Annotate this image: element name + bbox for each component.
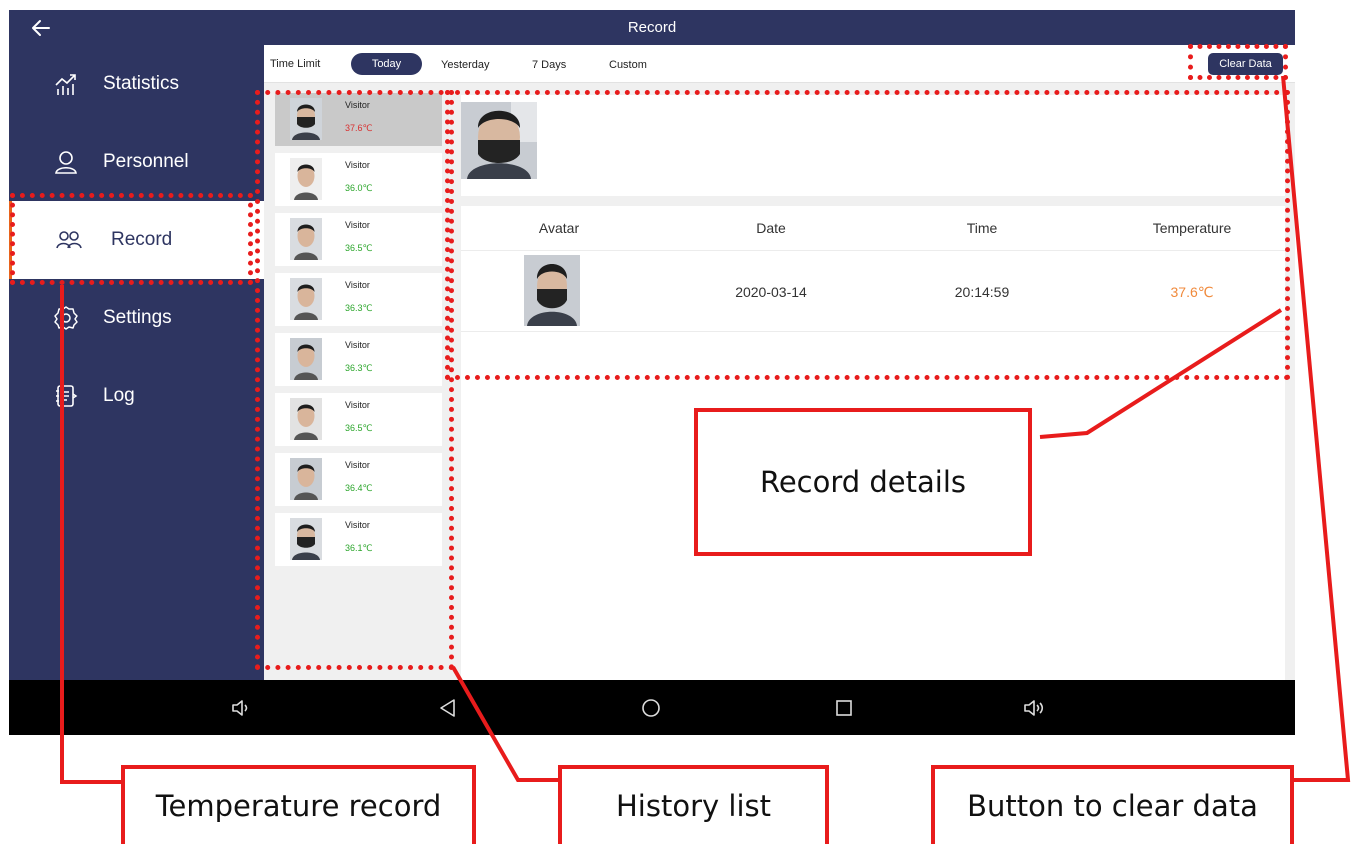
sidebar-item-label: Statistics bbox=[103, 73, 180, 94]
capture-photo bbox=[461, 102, 537, 179]
column-header-temperature: Temperature bbox=[1152, 220, 1232, 236]
record-time: 20:14:59 bbox=[954, 284, 1010, 300]
list-item[interactable]: Visitor 36.0℃ bbox=[275, 153, 442, 206]
volume-up-icon[interactable] bbox=[1022, 696, 1046, 720]
column-header-date: Date bbox=[756, 220, 786, 236]
record-date: 2020-03-14 bbox=[735, 284, 807, 300]
visitor-name: Visitor bbox=[345, 460, 370, 470]
sidebar-item-label: Personnel bbox=[103, 151, 189, 172]
time-filter-bar: Time Limit Today Yesterday 7 Days Custom… bbox=[264, 45, 1295, 83]
tab-yesterday[interactable]: Yesterday bbox=[441, 59, 490, 71]
list-item[interactable]: Visitor 36.4℃ bbox=[275, 453, 442, 506]
record-temperature: 37.6℃ bbox=[1170, 284, 1214, 300]
visitor-name: Visitor bbox=[345, 220, 370, 230]
face-photo-masked bbox=[290, 518, 322, 560]
visitor-name: Visitor bbox=[345, 280, 370, 290]
back-icon[interactable] bbox=[436, 696, 460, 720]
column-header-avatar: Avatar bbox=[538, 220, 580, 236]
divider bbox=[461, 250, 1285, 251]
visitor-temperature: 36.5℃ bbox=[345, 423, 373, 433]
face-photo bbox=[290, 278, 322, 320]
list-item[interactable]: Visitor 36.1℃ bbox=[275, 513, 442, 566]
visitor-temperature: 36.5℃ bbox=[345, 243, 373, 253]
sidebar-item-log[interactable]: Log bbox=[9, 357, 264, 435]
divider bbox=[461, 331, 1285, 332]
visitor-name: Visitor bbox=[345, 160, 370, 170]
face-photo bbox=[290, 338, 322, 380]
sidebar-item-settings[interactable]: Settings bbox=[9, 279, 264, 357]
time-limit-label: Time Limit bbox=[270, 58, 321, 70]
visitor-name: Visitor bbox=[345, 520, 370, 530]
list-item[interactable]: Visitor 36.5℃ bbox=[275, 393, 442, 446]
callout-history-list: History list bbox=[558, 765, 829, 844]
device-screen: Record Statistics Personnel Record Setti… bbox=[9, 10, 1295, 735]
visitor-name: Visitor bbox=[345, 100, 370, 110]
sidebar-item-personnel[interactable]: Personnel bbox=[9, 123, 264, 201]
home-icon[interactable] bbox=[639, 696, 663, 720]
volume-down-icon[interactable] bbox=[229, 696, 253, 720]
group-icon bbox=[56, 231, 82, 249]
list-item[interactable]: Visitor 36.3℃ bbox=[275, 273, 442, 326]
main-content: Time Limit Today Yesterday 7 Days Custom… bbox=[264, 45, 1295, 680]
page-title: Record bbox=[627, 19, 677, 36]
face-photo-masked bbox=[290, 98, 322, 140]
visitor-temperature: 37.6℃ bbox=[345, 123, 373, 133]
tab-today[interactable]: Today bbox=[351, 53, 422, 75]
sidebar-item-record[interactable]: Record bbox=[9, 201, 264, 279]
visitor-temperature: 36.4℃ bbox=[345, 483, 373, 493]
list-item[interactable]: Visitor 36.5℃ bbox=[275, 213, 442, 266]
column-header-time: Time bbox=[966, 220, 998, 236]
sidebar-item-statistics[interactable]: Statistics bbox=[9, 45, 264, 123]
log-icon bbox=[56, 385, 78, 407]
record-detail-panel: Avatar Date Time Temperature 2020-03-14 … bbox=[461, 95, 1285, 680]
history-list: Visitor 37.6℃ Visitor 36.0℃ Visitor 36.5… bbox=[275, 93, 442, 623]
sidebar-item-label: Log bbox=[103, 385, 135, 406]
list-item[interactable]: Visitor 37.6℃ bbox=[275, 93, 442, 146]
tab-custom[interactable]: Custom bbox=[609, 59, 647, 71]
callout-record-details: Record details bbox=[694, 408, 1032, 556]
visitor-temperature: 36.3℃ bbox=[345, 363, 373, 373]
visitor-name: Visitor bbox=[345, 400, 370, 410]
sidebar-item-label: Settings bbox=[103, 307, 172, 328]
record-avatar bbox=[524, 255, 580, 326]
person-icon bbox=[55, 151, 77, 174]
visitor-temperature: 36.3℃ bbox=[345, 303, 373, 313]
clear-data-button[interactable]: Clear Data bbox=[1208, 53, 1283, 75]
sidebar-item-label: Record bbox=[111, 229, 173, 250]
sidebar: Statistics Personnel Record Settings Log bbox=[9, 45, 264, 680]
face-photo bbox=[290, 458, 322, 500]
gear-icon bbox=[54, 306, 78, 330]
visitor-temperature: 36.1℃ bbox=[345, 543, 373, 553]
visitor-temperature: 36.0℃ bbox=[345, 183, 373, 193]
list-item[interactable]: Visitor 36.3℃ bbox=[275, 333, 442, 386]
callout-clear-data: Button to clear data bbox=[931, 765, 1294, 844]
tab-7-days[interactable]: 7 Days bbox=[532, 59, 566, 71]
visitor-name: Visitor bbox=[345, 340, 370, 350]
face-photo bbox=[290, 218, 322, 260]
callout-temperature-record: Temperature record bbox=[121, 765, 476, 844]
system-nav-bar bbox=[9, 680, 1295, 735]
title-bar: Record bbox=[9, 10, 1295, 45]
face-photo bbox=[290, 398, 322, 440]
recents-icon[interactable] bbox=[832, 696, 856, 720]
face-photo bbox=[290, 158, 322, 200]
divider bbox=[461, 196, 1285, 206]
chart-icon bbox=[55, 74, 76, 95]
